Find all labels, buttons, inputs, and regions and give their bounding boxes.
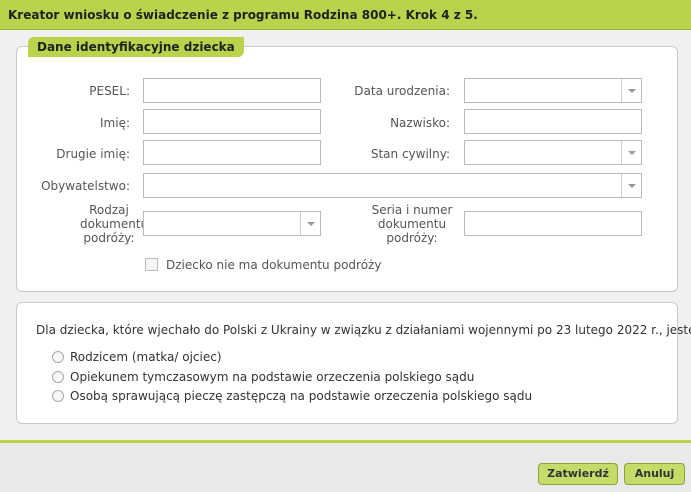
radio-temporary-guardian-label[interactable]: Opiekunem tymczasowym na podstawie orzec… <box>70 370 474 384</box>
last-name-input[interactable] <box>464 109 642 134</box>
pesel-label: PESEL: <box>89 84 130 98</box>
second-name-input[interactable] <box>143 140 321 165</box>
birth-date-label: Data urodzenia: <box>354 84 450 98</box>
document-number-label: Seria i numer dokumentu podróży: <box>371 203 453 245</box>
section-legend: Dane identyfikacyjne dziecka <box>28 37 244 57</box>
document-type-select[interactable] <box>143 211 321 236</box>
wizard-header: Kreator wniosku o świadczenie z programu… <box>0 0 691 30</box>
document-type-label: Rodzaj dokumentu podróży: <box>80 203 149 245</box>
chevron-down-icon[interactable] <box>621 79 641 102</box>
radio-foster-care-label[interactable]: Osobą sprawującą pieczę zastępczą na pod… <box>70 389 532 403</box>
first-name-input[interactable] <box>143 109 321 134</box>
radio-temporary-guardian[interactable] <box>52 371 64 383</box>
radio-parent-label[interactable]: Rodzicem (matka/ ojciec) <box>70 350 222 364</box>
marital-status-label: Stan cywilny: <box>370 147 450 161</box>
wizard-title: Kreator wniosku o świadczenie z programu… <box>8 8 478 22</box>
chevron-down-icon[interactable] <box>621 141 641 164</box>
chevron-down-icon[interactable] <box>300 212 320 235</box>
cancel-button[interactable]: Anuluj <box>624 463 685 485</box>
citizenship-select[interactable] <box>143 173 642 198</box>
birth-date-select[interactable] <box>464 78 642 103</box>
no-document-checkbox-label[interactable]: Dziecko nie ma dokumentu podróży <box>166 258 381 272</box>
last-name-label: Nazwisko: <box>390 116 450 130</box>
citizenship-label: Obywatelstwo: <box>41 179 130 193</box>
marital-status-select[interactable] <box>464 140 642 165</box>
no-document-checkbox[interactable] <box>145 258 158 271</box>
document-number-input[interactable] <box>464 211 642 236</box>
pesel-input[interactable] <box>143 78 321 103</box>
confirm-button[interactable]: Zatwierdź <box>538 463 618 485</box>
radio-parent[interactable] <box>52 351 64 363</box>
first-name-label: Imię: <box>100 116 130 130</box>
ukraine-question: Dla dziecka, które wjechało do Polski z … <box>36 323 691 337</box>
second-name-label: Drugie imię: <box>56 147 130 161</box>
chevron-down-icon[interactable] <box>621 174 641 197</box>
radio-foster-care[interactable] <box>52 390 64 402</box>
